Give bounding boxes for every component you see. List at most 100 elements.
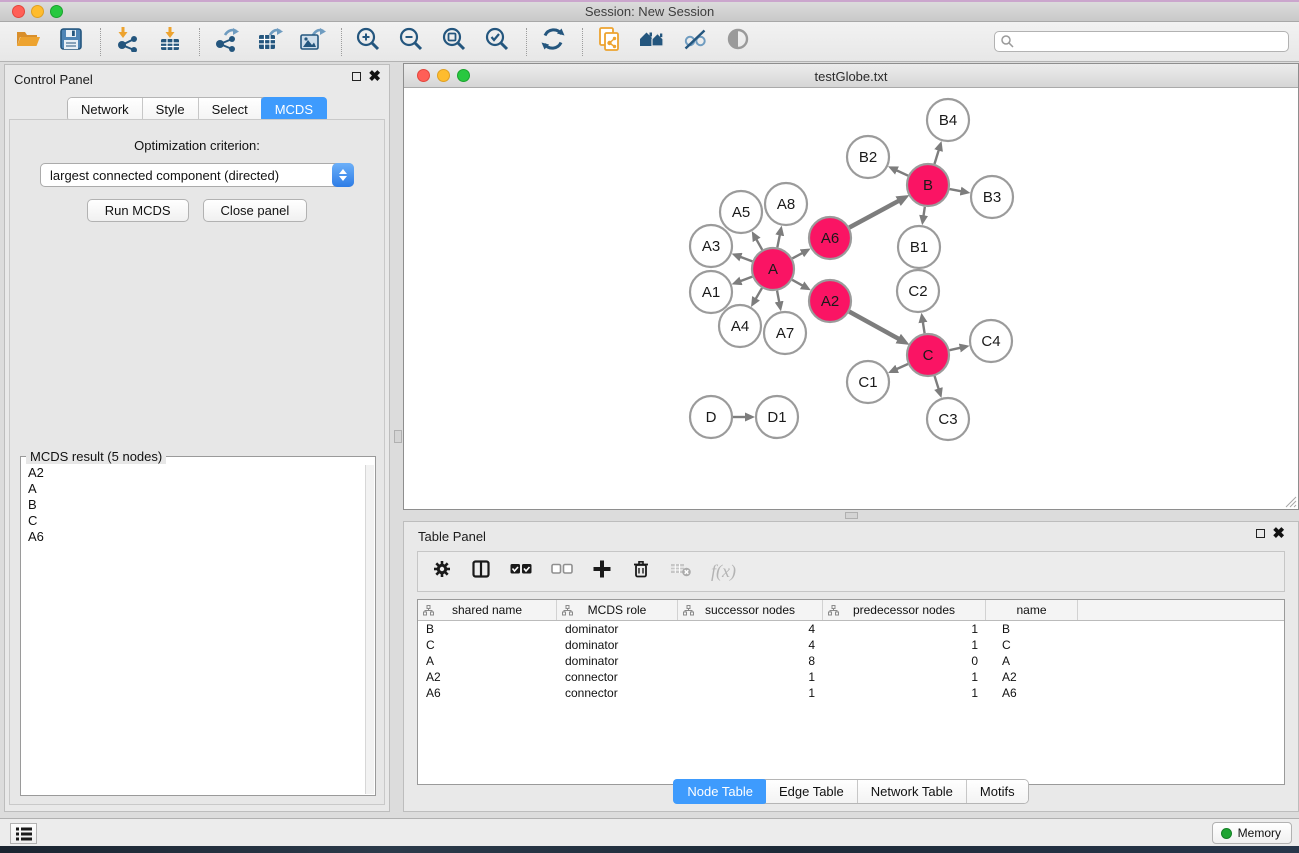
result-item[interactable]: C <box>28 513 365 529</box>
zoom-selected-button[interactable] <box>481 26 513 58</box>
tab-motifs[interactable]: Motifs <box>967 780 1028 803</box>
task-history-button[interactable] <box>10 823 37 844</box>
edge-A2-C[interactable] <box>849 312 899 339</box>
node-C4[interactable]: C4 <box>970 320 1012 362</box>
export-image-button[interactable] <box>296 26 328 58</box>
edge-B-B3[interactable] <box>950 189 962 191</box>
network-canvas[interactable]: B4B2BB3A8A5A6A3B1AA1C2A2A4A7C4CC1C3DD1 <box>404 88 1298 509</box>
column-header-name[interactable]: name <box>986 600 1078 620</box>
tab-network[interactable]: Network <box>68 98 143 121</box>
node-A2[interactable]: A2 <box>809 280 851 322</box>
open-session-button[interactable] <box>12 26 44 58</box>
edge-A-A2[interactable] <box>792 280 803 286</box>
result-scrollbar[interactable] <box>365 465 374 794</box>
new-network-from-selection-button[interactable] <box>593 26 625 58</box>
node-A[interactable]: A <box>752 248 794 290</box>
graphics-details-button[interactable] <box>679 26 711 58</box>
node-B4[interactable]: B4 <box>927 99 969 141</box>
edge-C-C3[interactable] <box>935 376 939 389</box>
close-table-panel-icon[interactable]: ✖ <box>1272 528 1285 539</box>
float-table-panel-icon[interactable] <box>1256 529 1265 538</box>
result-item[interactable]: A <box>28 481 365 497</box>
result-item[interactable]: B <box>28 497 365 513</box>
import-table-button[interactable] <box>154 26 186 58</box>
edge-A-A1[interactable] <box>740 277 752 282</box>
network-graph[interactable]: B4B2BB3A8A5A6A3B1AA1C2A2A4A7C4CC1C3DD1 <box>404 88 1298 509</box>
delete-button[interactable] <box>631 559 651 584</box>
node-table[interactable]: shared nameMCDS rolesuccessor nodesprede… <box>417 599 1285 785</box>
edge-A-A5[interactable] <box>756 239 762 250</box>
tab-node-table[interactable]: Node Table <box>673 779 767 804</box>
edge-A-A7[interactable] <box>777 291 779 303</box>
memory-button[interactable]: Memory <box>1212 822 1292 844</box>
float-panel-icon[interactable] <box>352 72 361 81</box>
table-row[interactable]: A6connector11A6 <box>418 685 1284 701</box>
edge-B-B2[interactable] <box>896 170 908 176</box>
column-header-successor-nodes[interactable]: successor nodes <box>678 600 823 620</box>
zoom-fit-button[interactable] <box>438 26 470 58</box>
column-header-predecessor-nodes[interactable]: predecessor nodes <box>823 600 986 620</box>
function-builder-button[interactable]: f(x) <box>711 561 736 582</box>
columns-button[interactable] <box>471 559 491 584</box>
zoom-out-button[interactable] <box>395 26 427 58</box>
tab-select[interactable]: Select <box>199 98 262 121</box>
table-row[interactable]: Bdominator41B <box>418 621 1284 637</box>
save-session-button[interactable] <box>55 26 87 58</box>
export-network-button[interactable] <box>210 26 242 58</box>
node-A4[interactable]: A4 <box>719 305 761 347</box>
vertical-split-handle[interactable] <box>394 430 402 443</box>
result-item[interactable]: A2 <box>28 465 365 481</box>
network-window-titlebar[interactable]: testGlobe.txt <box>404 64 1298 88</box>
resize-grip-icon[interactable] <box>1283 494 1297 508</box>
node-A3[interactable]: A3 <box>690 225 732 267</box>
edge-A-A4[interactable] <box>756 288 762 299</box>
table-row[interactable]: Adominator80A <box>418 653 1284 669</box>
node-A6[interactable]: A6 <box>809 217 851 259</box>
edge-A6-B[interactable] <box>849 201 899 228</box>
export-table-button[interactable] <box>253 26 285 58</box>
edge-A-A3[interactable] <box>740 257 752 262</box>
delete-table-button[interactable] <box>670 559 692 584</box>
node-A1[interactable]: A1 <box>690 271 732 313</box>
home-button[interactable] <box>636 26 668 58</box>
import-network-button[interactable] <box>111 26 143 58</box>
node-A8[interactable]: A8 <box>765 183 807 225</box>
tab-edge-table[interactable]: Edge Table <box>766 780 858 803</box>
apply-layout-button[interactable] <box>537 26 569 58</box>
mcds-result-list[interactable]: A2ABCA6 <box>22 465 365 794</box>
node-C1[interactable]: C1 <box>847 361 889 403</box>
column-header-shared-name[interactable]: shared name <box>418 600 557 620</box>
node-B[interactable]: B <box>907 164 949 206</box>
select-all-button[interactable] <box>510 559 532 584</box>
edge-C-C2[interactable] <box>923 322 925 334</box>
edge-B-B4[interactable] <box>934 150 938 164</box>
edge-C-C4[interactable] <box>949 348 960 351</box>
edge-A-A8[interactable] <box>777 234 780 247</box>
table-row[interactable]: A2connector11A2 <box>418 669 1284 685</box>
node-C[interactable]: C <box>907 334 949 376</box>
close-panel-icon[interactable]: ✖ <box>368 71 381 82</box>
node-C2[interactable]: C2 <box>897 270 939 312</box>
search-input[interactable] <box>994 31 1289 52</box>
run-mcds-button[interactable]: Run MCDS <box>87 199 189 222</box>
zoom-in-button[interactable] <box>352 26 384 58</box>
node-D[interactable]: D <box>690 396 732 438</box>
birds-eye-button[interactable] <box>722 26 754 58</box>
node-A5[interactable]: A5 <box>720 191 762 233</box>
node-B3[interactable]: B3 <box>971 176 1013 218</box>
node-B2[interactable]: B2 <box>847 136 889 178</box>
edge-C-C1[interactable] <box>896 364 908 369</box>
gear-button[interactable] <box>432 559 452 584</box>
horizontal-split-handle[interactable] <box>845 512 858 519</box>
close-panel-button[interactable]: Close panel <box>203 199 308 222</box>
node-A7[interactable]: A7 <box>764 312 806 354</box>
node-B1[interactable]: B1 <box>898 226 940 268</box>
edge-B-B1[interactable] <box>923 207 924 217</box>
result-item[interactable]: A6 <box>28 529 365 545</box>
tab-style[interactable]: Style <box>143 98 199 121</box>
add-button[interactable] <box>592 559 612 584</box>
node-D1[interactable]: D1 <box>756 396 798 438</box>
column-header-MCDS-role[interactable]: MCDS role <box>557 600 678 620</box>
deselect-all-button[interactable] <box>551 559 573 584</box>
tab-network-table[interactable]: Network Table <box>858 780 967 803</box>
